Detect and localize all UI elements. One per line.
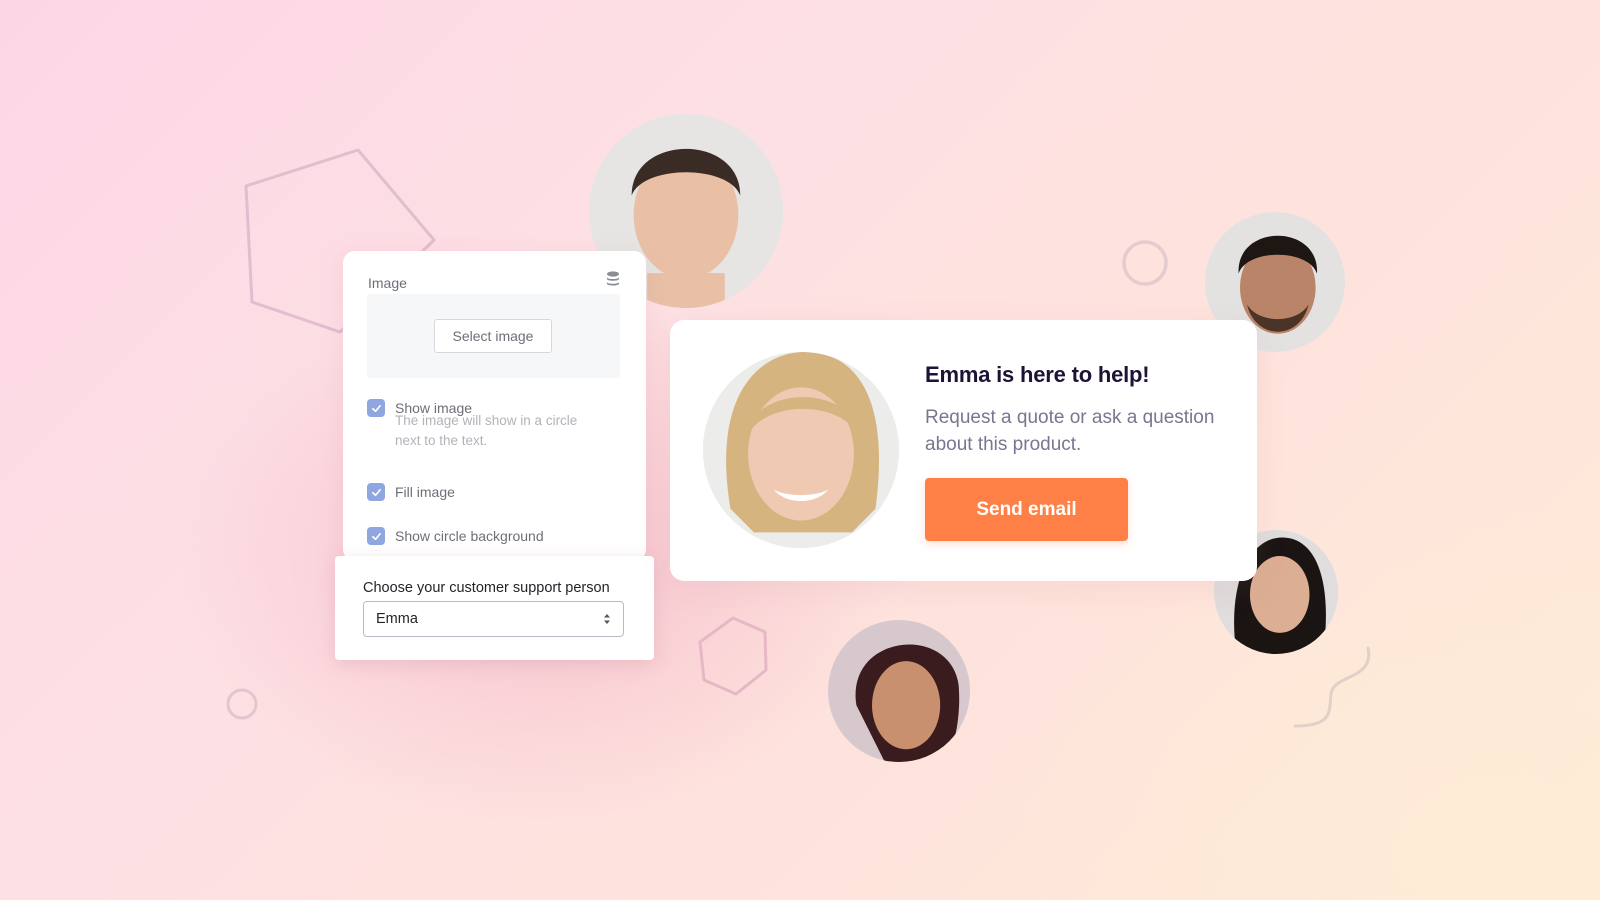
squiggle-shape <box>1293 646 1371 728</box>
support-person-label: Choose your customer support person <box>363 580 610 596</box>
select-image-button[interactable]: Select image <box>434 319 552 353</box>
check-icon <box>371 404 381 412</box>
database-icon[interactable] <box>606 271 620 287</box>
image-settings-panel: Image Select image Show image The image … <box>343 251 646 561</box>
fill-image-checkbox[interactable] <box>367 483 385 501</box>
show-circle-background-checkbox[interactable] <box>367 527 385 545</box>
fill-image-checkbox-row[interactable]: Fill image <box>367 483 455 501</box>
ring-shape-small <box>226 688 258 720</box>
show-circle-background-label: Show circle background <box>395 528 544 544</box>
hexagon-shape <box>698 616 768 696</box>
support-person-select[interactable]: Emma <box>363 601 624 637</box>
avatar-woman-curly-hair <box>828 620 970 762</box>
widget-title: Emma is here to help! <box>925 362 1150 387</box>
show-image-help-text: The image will show in a circle next to … <box>395 413 578 448</box>
send-email-button[interactable]: Send email <box>925 478 1128 541</box>
support-widget-preview: Emma is here to help! Request a quote or… <box>670 320 1257 581</box>
image-label: Image <box>368 275 407 291</box>
show-circle-background-checkbox-row[interactable]: Show circle background <box>367 527 544 545</box>
ring-shape <box>1122 240 1168 286</box>
show-image-checkbox[interactable] <box>367 399 385 417</box>
support-person-selected-value: Emma <box>376 611 418 627</box>
updown-chevron-icon <box>604 614 610 624</box>
avatar-woman-blonde <box>703 352 899 548</box>
image-dropzone[interactable]: Select image <box>367 294 620 378</box>
check-icon <box>371 488 381 496</box>
widget-description: Request a quote or ask a question about … <box>925 407 1215 455</box>
check-icon <box>371 532 381 540</box>
fill-image-label: Fill image <box>395 484 455 500</box>
support-person-chooser: Choose your customer support person Emma <box>335 556 654 660</box>
